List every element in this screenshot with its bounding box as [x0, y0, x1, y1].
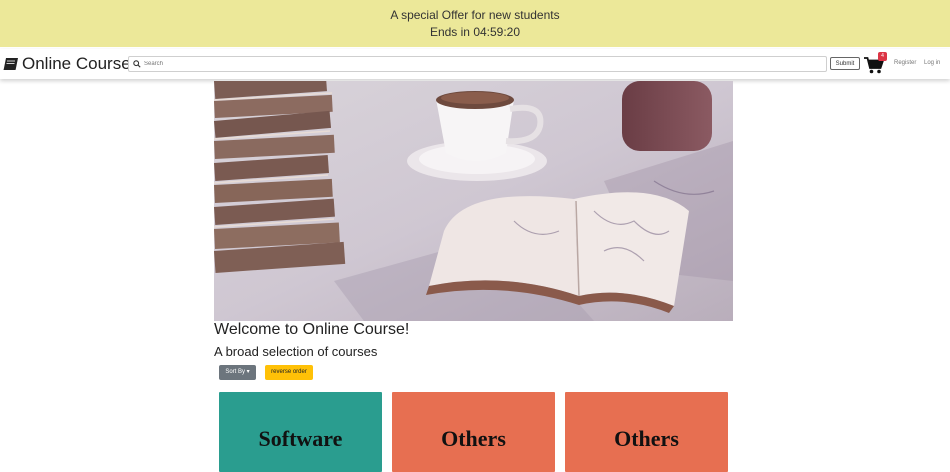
brand-logo[interactable]: Online Course [3, 53, 131, 75]
promo-countdown: Ends in 04:59:20 [429, 25, 521, 39]
course-card-label: Others [614, 426, 679, 451]
navbar: Online Course [0, 49, 950, 79]
page-title: Welcome to Online Course! [214, 321, 410, 338]
promo-title: A special Offer for new students [390, 8, 560, 22]
brand-name: Online Course [22, 54, 131, 73]
course-card[interactable]: Others [392, 392, 555, 472]
course-card-label: Others [441, 426, 506, 451]
course-card[interactable]: Others [565, 392, 728, 472]
course-card-label: Software [258, 426, 343, 451]
reverse-order-button[interactable]: reverse order [265, 365, 313, 380]
promo-banner: A special Offer for new students Ends in… [0, 0, 950, 47]
search-input[interactable] [144, 59, 804, 69]
search-icon [133, 60, 141, 68]
submit-button[interactable]: Submit [830, 57, 860, 70]
book-icon [3, 58, 18, 70]
hero-image [214, 81, 733, 321]
sort-by-label: Sort By [225, 369, 245, 375]
caret-down-icon: ▾ [245, 369, 250, 375]
page-subtitle: A broad selection of courses [214, 344, 378, 359]
search-box[interactable] [128, 56, 827, 72]
sort-by-dropdown[interactable]: Sort By ▾ [219, 365, 256, 380]
login-link[interactable]: Log in [924, 60, 940, 66]
cart-count-badge: 4 [878, 52, 887, 61]
course-card[interactable]: Software [219, 392, 382, 472]
register-link[interactable]: Register [894, 60, 916, 66]
